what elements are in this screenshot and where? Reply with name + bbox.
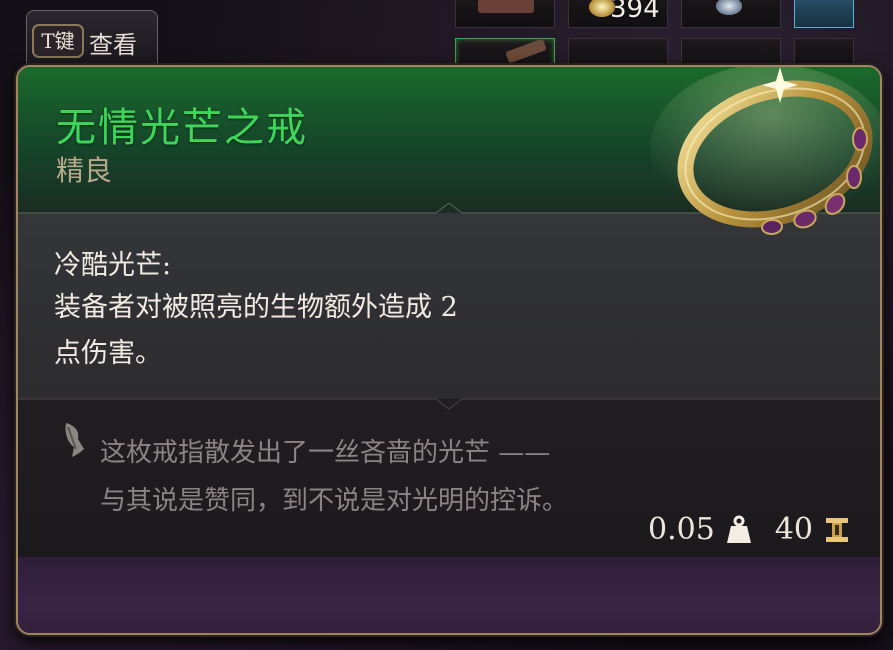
game-screen: 394 T键 查看 无情光芒之戒 精良 冷酷光芒: 装备者对被照亮的生物额外造成… — [0, 0, 893, 650]
hotkey-badge: T键 — [32, 24, 84, 58]
item-thumbnail — [505, 38, 547, 64]
section-divider — [18, 398, 880, 409]
gold-coin-icon — [826, 517, 848, 542]
stack-count: 394 — [610, 0, 660, 24]
ring-icon — [650, 67, 880, 236]
tooltip-footer — [18, 557, 880, 633]
item-thumbnail — [716, 0, 742, 15]
flavor-text-line: 这枚戒指散发出了一丝吝啬的光芒 —— — [100, 438, 551, 468]
item-thumbnail — [478, 0, 534, 13]
item-value: 40 — [774, 512, 813, 547]
item-tooltip: 无情光芒之戒 精良 冷酷光芒: 装备者对被照亮的生物额外造成 2 点伤害。 这枚… — [16, 65, 882, 635]
inspect-hotkey-hint[interactable]: T键 查看 — [26, 10, 158, 72]
item-name: 无情光芒之戒 — [56, 105, 308, 151]
item-weight: 0.05 — [648, 512, 715, 547]
flavor-text-line: 与其说是赞同，到不说是对光明的控诉。 — [100, 486, 569, 516]
effect-title: 冷酷光芒: — [54, 250, 172, 281]
item-rarity: 精良 — [56, 154, 113, 187]
quill-icon — [65, 423, 84, 457]
effect-description-line: 装备者对被照亮的生物额外造成 2 — [54, 292, 458, 323]
hotkey-label: 查看 — [89, 31, 137, 59]
effect-description-line: 点伤害。 — [54, 338, 162, 369]
effect-description: 装备者对被照亮的生物额外造成 2 点伤害。 — [54, 285, 574, 377]
item-stats: 0.05 40 — [648, 512, 851, 547]
inventory-slot[interactable] — [681, 0, 781, 28]
weight-icon — [726, 515, 751, 543]
inventory-slot[interactable] — [794, 0, 854, 28]
flavor-text: 这枚戒指散发出了一丝吝啬的光芒 —— 与其说是赞同，到不说是对光明的控诉。 — [100, 429, 740, 525]
inventory-slot[interactable] — [455, 0, 555, 28]
